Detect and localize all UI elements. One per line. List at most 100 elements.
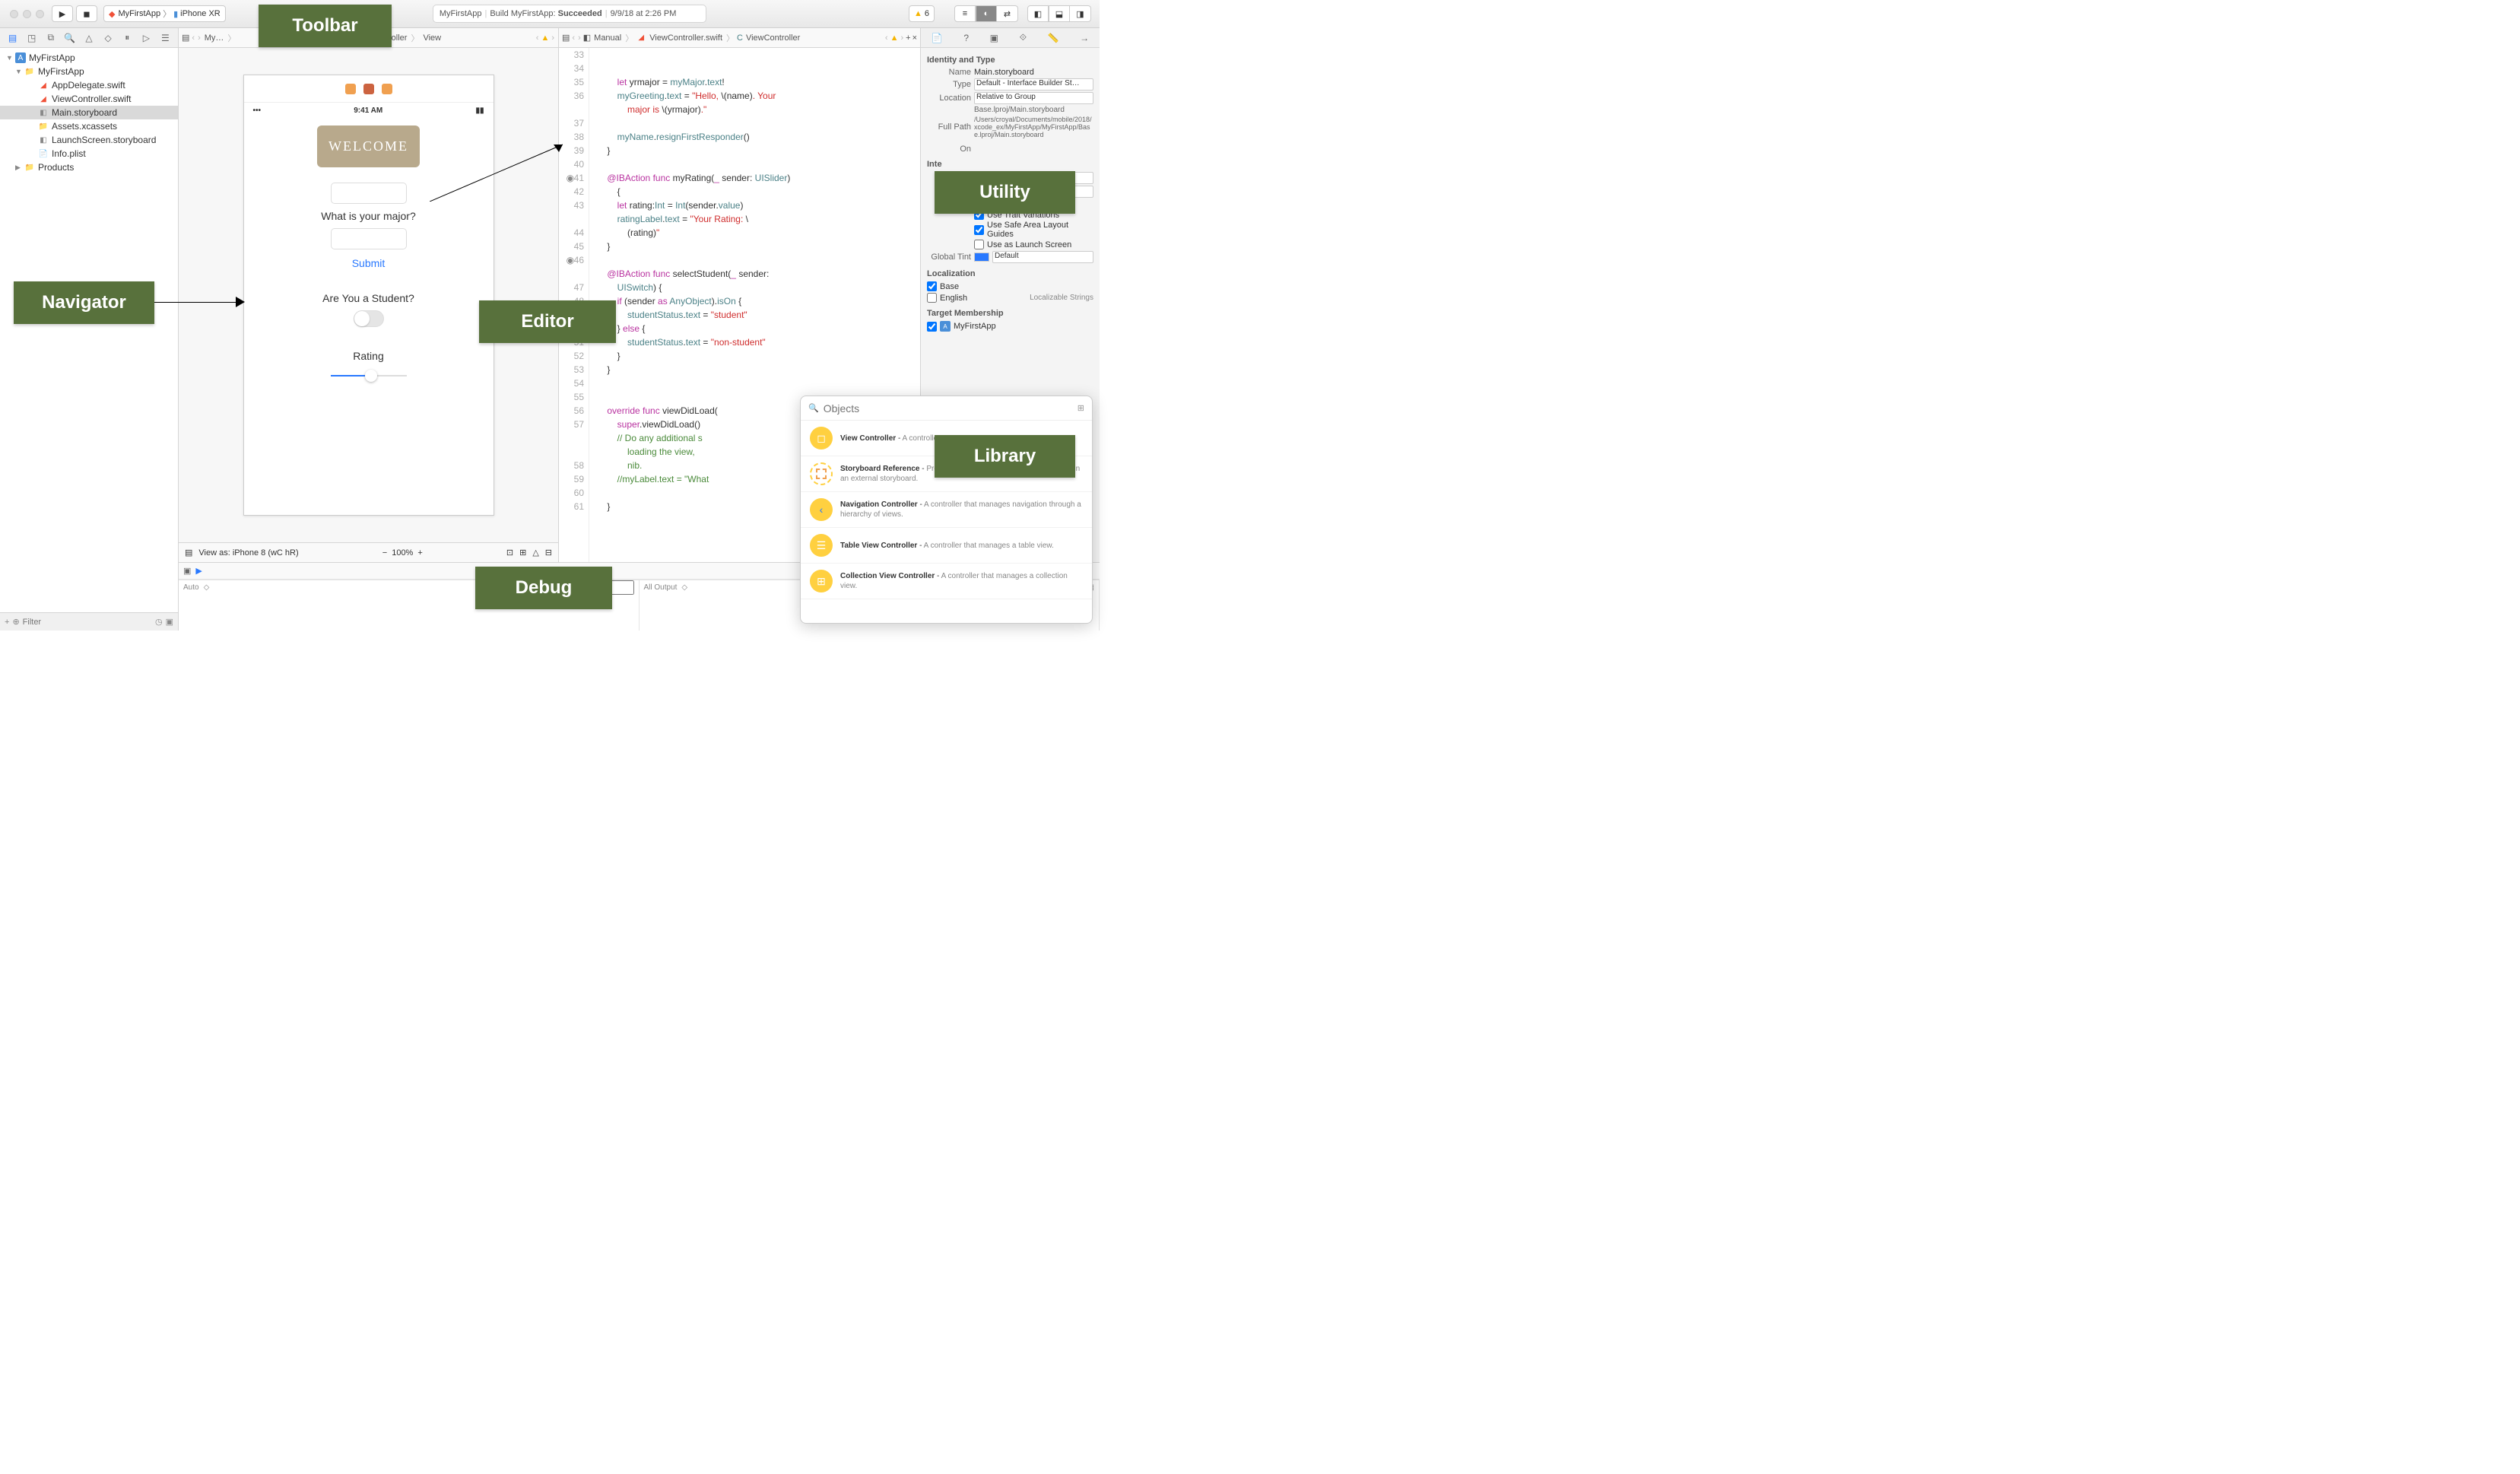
find-nav-icon[interactable]: 🔍 bbox=[64, 32, 76, 44]
tree-file[interactable]: 📁Assets.xcassets bbox=[0, 119, 178, 133]
file-inspector-icon[interactable]: 📄 bbox=[932, 33, 943, 43]
zoom-in[interactable]: + bbox=[417, 548, 422, 558]
student-label[interactable]: Are You a Student? bbox=[244, 292, 494, 304]
symbol-nav-icon[interactable]: ⧉ bbox=[45, 32, 57, 44]
major-textfield[interactable] bbox=[331, 228, 407, 249]
auto-select[interactable]: Auto bbox=[183, 583, 199, 592]
issues-badge[interactable]: ▲ 6 bbox=[909, 5, 935, 22]
close-dot[interactable] bbox=[10, 10, 18, 18]
code-jump-bar[interactable]: ▤‹› ◧Manual 〉◢ViewController.swift 〉CVie… bbox=[559, 28, 920, 48]
loc-base-checkbox[interactable] bbox=[927, 281, 937, 291]
project-nav-icon[interactable]: ▤ bbox=[7, 32, 19, 44]
window-controls bbox=[10, 10, 44, 18]
student-switch[interactable] bbox=[354, 310, 384, 327]
tree-products[interactable]: ▶📁Products bbox=[0, 160, 178, 174]
submit-button[interactable]: Submit bbox=[244, 257, 494, 269]
library-item[interactable]: ‹ Navigation Controller - A controller t… bbox=[801, 492, 1092, 528]
library-item[interactable]: ☰ Table View Controller - A controller t… bbox=[801, 528, 1092, 564]
tree-file[interactable]: ◢ViewController.swift bbox=[0, 92, 178, 106]
rating-label[interactable]: Rating bbox=[244, 350, 494, 362]
tree-file[interactable]: ◧LaunchScreen.storyboard bbox=[0, 133, 178, 147]
report-nav-icon[interactable]: ☰ bbox=[159, 32, 171, 44]
connections-inspector-icon[interactable]: → bbox=[1080, 33, 1089, 43]
align-icon[interactable]: ⊡ bbox=[506, 548, 513, 558]
name-textfield[interactable] bbox=[331, 183, 407, 204]
library-search-input[interactable] bbox=[824, 402, 1073, 415]
scm-icon[interactable]: ▣ bbox=[166, 617, 173, 627]
test-nav-icon[interactable]: ◇ bbox=[102, 32, 114, 44]
warning-icon: ▲ bbox=[914, 9, 922, 18]
annotation-debug: Debug bbox=[475, 567, 612, 609]
filter-input[interactable] bbox=[23, 618, 152, 627]
size-inspector-icon[interactable]: 📏 bbox=[1048, 33, 1059, 43]
navigator-filter-bar: + ⊕ ◷ ▣ bbox=[0, 612, 178, 631]
launchscreen-checkbox[interactable] bbox=[974, 240, 984, 249]
storyboard-ref-icon bbox=[810, 462, 833, 485]
storyboard-canvas[interactable]: •••9:41 AM▮▮ WELCOME What is your major?… bbox=[179, 48, 558, 542]
view-as-button[interactable]: View as: iPhone 8 (wC hR) bbox=[198, 548, 298, 558]
toolbar: ▶ ◼ ◆ MyFirstApp 〉 ▮ iPhone XR MyFirstAp… bbox=[0, 0, 1100, 28]
file-name[interactable]: Main.storyboard bbox=[974, 68, 1093, 77]
breakpoint-toggle-icon[interactable]: ▶ bbox=[195, 566, 202, 576]
major-label[interactable]: What is your major? bbox=[244, 210, 494, 222]
recent-icon[interactable]: ◷ bbox=[155, 617, 163, 627]
annotation-navigator: Navigator bbox=[14, 281, 154, 324]
project-tree: ▼AMyFirstApp ▼📁MyFirstApp ◢AppDelegate.s… bbox=[0, 48, 178, 612]
loc-en-checkbox[interactable] bbox=[927, 293, 937, 303]
add-icon[interactable]: + bbox=[5, 618, 9, 627]
filter-icon: ⊕ bbox=[12, 617, 19, 627]
help-inspector-icon[interactable]: ? bbox=[963, 33, 969, 43]
tree-project[interactable]: ▼AMyFirstApp bbox=[0, 51, 178, 65]
tree-file[interactable]: ◢AppDelegate.swift bbox=[0, 78, 178, 92]
warning-icon[interactable]: ▲ bbox=[541, 33, 549, 43]
target-checkbox[interactable] bbox=[927, 322, 937, 332]
add-editor-icon[interactable]: + bbox=[906, 33, 910, 43]
rating-slider[interactable] bbox=[331, 368, 407, 383]
zoom-out[interactable]: − bbox=[382, 548, 387, 558]
close-editor-icon[interactable]: × bbox=[912, 33, 917, 43]
tree-group[interactable]: ▼📁MyFirstApp bbox=[0, 65, 178, 78]
navigator-tabs[interactable]: ▤ ◳ ⧉ 🔍 △ ◇ ⏸ ▷ ☰ bbox=[0, 28, 178, 48]
location-select[interactable]: Relative to Group bbox=[974, 92, 1093, 104]
activity-status: MyFirstApp | Build MyFirstApp: Succeeded… bbox=[433, 5, 706, 23]
library-item[interactable]: ⊞ Collection View Controller - A control… bbox=[801, 564, 1092, 599]
stop-button[interactable]: ◼ bbox=[76, 5, 97, 22]
scene-header[interactable] bbox=[244, 75, 494, 103]
search-icon: 🔍 bbox=[808, 403, 819, 413]
source-control-icon[interactable]: ◳ bbox=[26, 32, 38, 44]
safearea-checkbox[interactable] bbox=[974, 225, 984, 235]
status-bar: •••9:41 AM▮▮ bbox=[244, 103, 494, 118]
tree-file[interactable]: 📄Info.plist bbox=[0, 147, 178, 160]
navigator-panel: ▤ ◳ ⧉ 🔍 △ ◇ ⏸ ▷ ☰ ▼AMyFirstApp ▼📁MyFirst… bbox=[0, 28, 179, 631]
ib-footer: ▤ View as: iPhone 8 (wC hR) − 100% + ⊡ ⊞… bbox=[179, 542, 558, 562]
identity-inspector-icon[interactable]: ▣ bbox=[990, 33, 998, 43]
doc-outline-icon[interactable]: ▤ bbox=[185, 548, 192, 558]
grid-view-icon[interactable]: ⊞ bbox=[1078, 403, 1084, 413]
outline-toggle-icon[interactable]: ▤ bbox=[182, 33, 189, 43]
editor-mode-segment[interactable]: ≡◐⇄ bbox=[954, 5, 1018, 22]
scheme-selector[interactable]: ◆ MyFirstApp 〉 ▮ iPhone XR bbox=[103, 5, 226, 22]
welcome-image[interactable]: WELCOME bbox=[317, 125, 420, 167]
annotation-toolbar: Toolbar bbox=[259, 5, 392, 47]
tree-file-selected[interactable]: ◧Main.storyboard bbox=[0, 106, 178, 119]
file-type-select[interactable]: Default - Interface Builder St… bbox=[974, 78, 1093, 91]
pin-icon[interactable]: ⊞ bbox=[519, 548, 526, 558]
inspector-tabs[interactable]: 📄 ? ▣ ⟐ 📏 → bbox=[921, 28, 1100, 48]
embed-icon[interactable]: ⊟ bbox=[545, 548, 552, 558]
issue-nav-icon[interactable]: △ bbox=[83, 32, 95, 44]
debug-nav-icon[interactable]: ⏸ bbox=[121, 32, 133, 44]
tint-select[interactable]: Default bbox=[992, 251, 1093, 263]
zoom-dot[interactable] bbox=[36, 10, 44, 18]
breakpoint-nav-icon[interactable]: ▷ bbox=[140, 32, 152, 44]
output-select[interactable]: All Output bbox=[644, 583, 678, 592]
minimize-dot[interactable] bbox=[23, 10, 31, 18]
annotation-editor: Editor bbox=[479, 300, 616, 343]
interface-builder: ▤ ‹› My… 〉 〉●View Controller 〉View ‹▲› bbox=[179, 28, 559, 562]
annotation-utility: Utility bbox=[935, 171, 1075, 214]
zoom-level[interactable]: 100% bbox=[392, 548, 413, 558]
panel-toggle-segment[interactable]: ◧⬓◨ bbox=[1027, 5, 1091, 22]
run-button[interactable]: ▶ bbox=[52, 5, 73, 22]
debug-toggle-icon[interactable]: ▣ bbox=[183, 566, 191, 576]
resolve-icon[interactable]: △ bbox=[532, 548, 538, 558]
attributes-inspector-icon[interactable]: ⟐ bbox=[1020, 32, 1027, 43]
